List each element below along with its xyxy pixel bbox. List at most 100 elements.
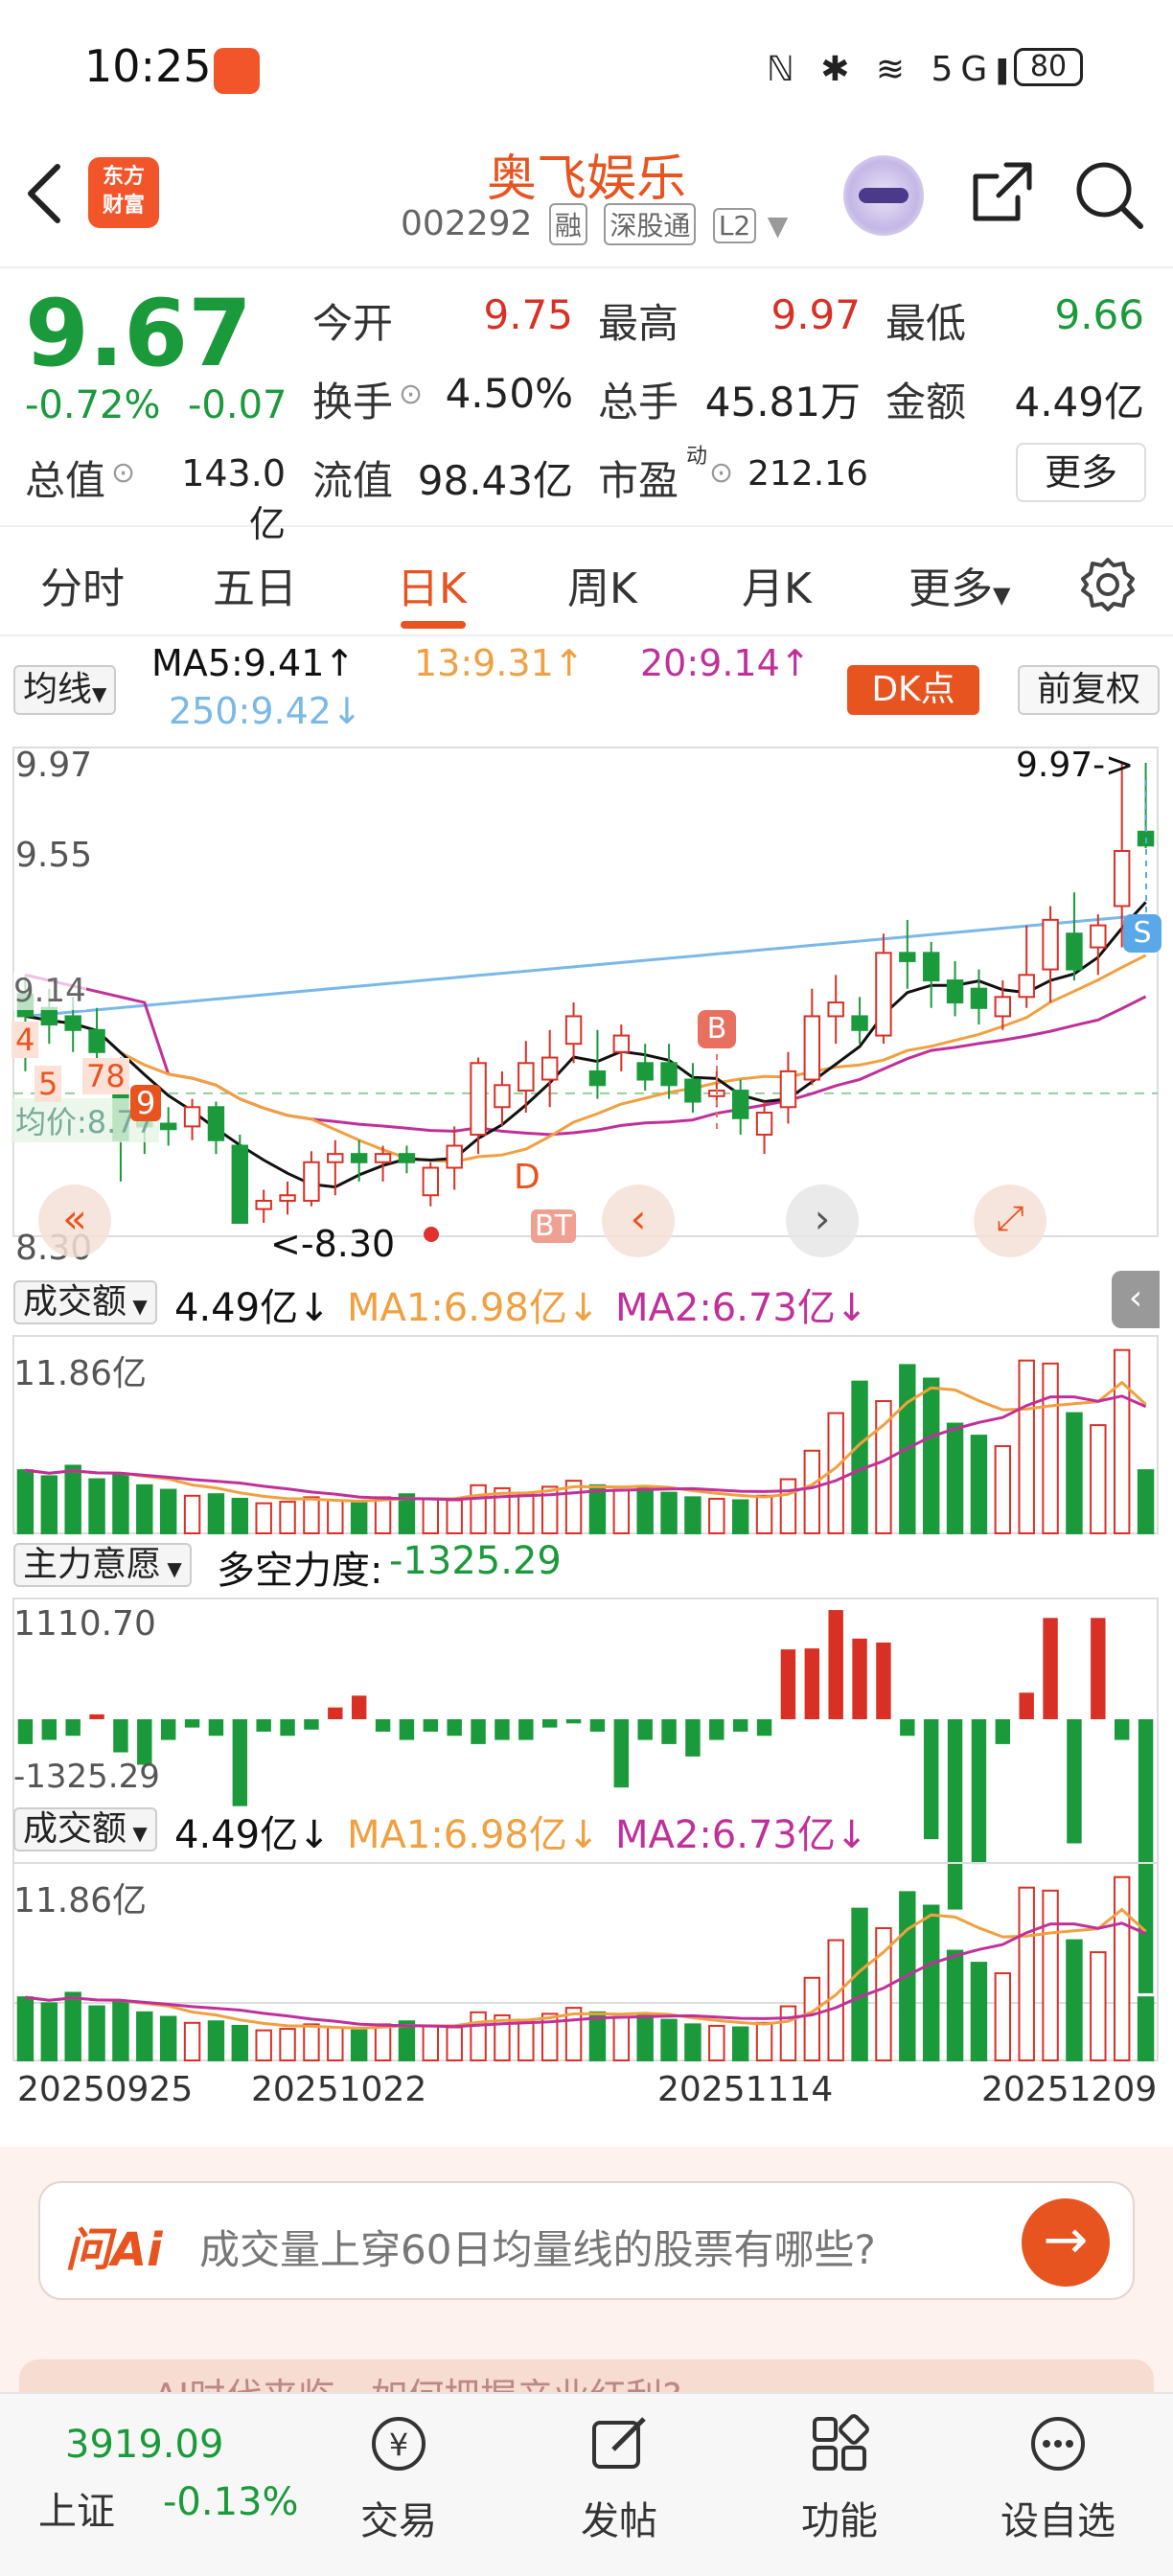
volume2-indicator-select[interactable]: 成交额 ▼ <box>13 1807 157 1852</box>
volume-bars-1 <box>12 1335 1159 1535</box>
date-label-2: 20251022 <box>251 2070 427 2109</box>
ma-select-label: 均线 <box>23 670 93 709</box>
tab-more[interactable]: 更多▼ <box>908 554 1010 615</box>
tab-intraday[interactable]: 分时 <box>40 554 125 615</box>
force-bar <box>256 1719 271 1732</box>
candle-body <box>946 979 964 1004</box>
nav-functions[interactable]: 功能 <box>763 2413 916 2545</box>
ai-submit-button[interactable]: → <box>1022 2198 1110 2287</box>
scroll-far-left-button[interactable]: « <box>38 1184 111 1257</box>
volume-bar <box>88 1478 105 1535</box>
force-indicator-select[interactable]: 主力意愿 ▼ <box>13 1543 192 1587</box>
stock-code-row[interactable]: 002292 融 深股通 L2 ▼ <box>401 203 788 245</box>
volume-bar <box>1137 1469 1155 1534</box>
volume-bar <box>136 2011 153 2061</box>
chevron-down-icon: ▼ <box>92 682 107 705</box>
candle-body <box>612 1034 631 1053</box>
side-label-5: 5 <box>34 1066 62 1102</box>
notification-app-icon <box>214 48 260 94</box>
nav-trade[interactable]: ¥ 交易 <box>322 2413 475 2545</box>
force-bar <box>1043 1618 1058 1719</box>
force-bar <box>828 1610 843 1719</box>
nav-watchlist[interactable]: 设自选 <box>981 2413 1135 2545</box>
tab-weekly-k[interactable]: 周K <box>567 554 637 615</box>
mktcap-info-icon[interactable]: ⊙ <box>111 456 135 490</box>
side-label-914: 9.14 <box>13 972 86 1010</box>
kline-chart[interactable] <box>0 738 1173 2070</box>
pe-label: 市盈 <box>598 457 679 504</box>
candle-body <box>327 1153 344 1163</box>
ai-question-box[interactable]: 问Ai 成交量上穿60日均量线的股票有哪些? → <box>38 2181 1135 2300</box>
volume-bar <box>922 1904 940 2061</box>
trade-icon: ¥ <box>372 2417 426 2471</box>
more-quote-button[interactable]: 更多 <box>1016 443 1146 502</box>
volume-bar <box>231 1497 249 1534</box>
nav-post[interactable]: 发帖 <box>542 2413 696 2545</box>
low-value: 9.66 <box>1054 291 1144 338</box>
candle-body <box>803 1015 821 1081</box>
price-adjust-button[interactable]: 前复权 <box>1018 665 1160 715</box>
force-bar <box>900 1719 915 1736</box>
volume-bar <box>612 2015 631 2061</box>
sell-marker[interactable]: S <box>1123 914 1162 953</box>
volume-bar <box>64 1464 81 1534</box>
status-bar: 10:25 ℕ ✱ ≋ 5G▮▮▮ 80 <box>0 0 1173 134</box>
candle-body <box>731 1090 749 1119</box>
bt-marker[interactable]: BT <box>531 1209 576 1243</box>
status-time: 10:25 <box>84 40 212 92</box>
candle-body <box>564 1015 583 1046</box>
force-bar <box>184 1719 200 1728</box>
volume-bar <box>803 1976 821 2062</box>
volume-bar <box>731 2026 749 2062</box>
dk-point-button[interactable]: DK点 <box>847 665 979 715</box>
tab-five-day[interactable]: 五日 <box>213 554 297 615</box>
scroll-left-button[interactable]: ‹ <box>602 1184 675 1257</box>
force-bar <box>423 1719 439 1732</box>
force-bar <box>876 1642 891 1719</box>
volume-bar <box>1113 1348 1131 1534</box>
chart-settings-button[interactable] <box>1079 556 1137 613</box>
volume-bar <box>731 1499 749 1535</box>
force-bar <box>613 1719 630 1788</box>
ai-robot-button[interactable] <box>843 155 924 236</box>
candle-body <box>40 1006 58 1026</box>
volume-bar <box>755 2021 773 2062</box>
fullscreen-button[interactable]: ⤢ <box>974 1184 1046 1257</box>
ma-indicator-select[interactable]: 均线▼ <box>13 665 117 715</box>
volume-bar <box>779 1478 797 1535</box>
volume-bar <box>1113 1875 1131 2061</box>
volume-bar <box>64 1991 81 2061</box>
amount-label: 金额 <box>886 379 967 426</box>
volume-bar <box>1042 1362 1059 1534</box>
ai-section: 问Ai 成交量上穿60日均量线的股票有哪些? → AI时代来临，如何把握产业红利… <box>0 2147 1173 2418</box>
volume-bar <box>255 2029 272 2062</box>
search-icon <box>1076 162 1143 229</box>
pe-info-icon[interactable]: ⊙ <box>709 456 733 490</box>
tab-daily-k[interactable]: 日K <box>397 554 467 615</box>
ma20-label: 20:9.14↑ <box>640 642 811 684</box>
force-bar <box>447 1719 462 1736</box>
max-price-value: 9.97 <box>1016 746 1093 785</box>
force-bar <box>89 1714 104 1719</box>
volume-ma2: MA2:6.73亿↓ <box>615 1286 868 1330</box>
force-bar <box>471 1719 486 1744</box>
stock-code: 002292 <box>401 204 533 243</box>
tab-monthly-k[interactable]: 月K <box>742 554 812 615</box>
chevron-down-icon: ▼ <box>126 1822 148 1845</box>
volume2-max-label: 11.86亿 <box>13 1881 148 1920</box>
volume-indicator-select[interactable]: 成交额 ▼ <box>13 1280 157 1324</box>
volume-bar <box>112 2000 129 2062</box>
volume-bar <box>303 2023 320 2062</box>
volume-bar <box>612 1488 631 1535</box>
share-button[interactable] <box>968 159 1035 226</box>
search-button[interactable] <box>1073 159 1144 230</box>
info-icon[interactable]: ⊙ <box>399 378 423 411</box>
tab-more-chevron-icon: ▼ <box>993 582 1011 609</box>
force-bar <box>1091 1618 1106 1719</box>
candle-body <box>303 1161 320 1203</box>
force-bar <box>1138 1719 1154 1993</box>
volume-bar <box>684 1496 702 1534</box>
candle-body <box>827 1001 844 1018</box>
buy-marker[interactable]: B <box>698 1010 736 1048</box>
scroll-right-button[interactable]: › <box>786 1184 859 1257</box>
